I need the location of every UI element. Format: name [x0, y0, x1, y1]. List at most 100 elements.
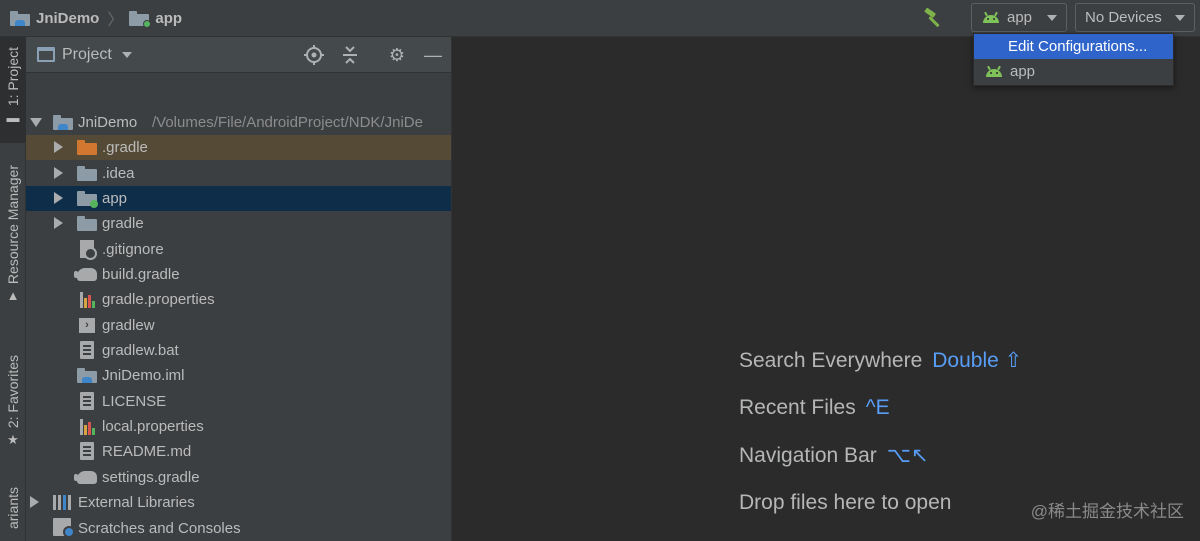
- hint-label: Navigation Bar: [739, 444, 877, 467]
- chevron-down-icon: [1175, 15, 1185, 21]
- tab-build-variants[interactable]: ariants: [0, 487, 26, 541]
- android-icon: [982, 11, 1000, 23]
- hint-shortcut: Double ⇧: [932, 349, 1023, 372]
- tree-item-gradle-cache[interactable]: .gradle: [26, 135, 451, 160]
- tree-item-scratches[interactable]: Scratches and Consoles: [26, 516, 451, 541]
- ignore-file-icon: [77, 240, 97, 260]
- tab-resource-manager[interactable]: Resource Manager ▲: [0, 165, 26, 325]
- tree-item-label: gradlew: [102, 317, 155, 334]
- resources-icon: ▲: [6, 288, 20, 304]
- tree-item-build-gradle[interactable]: build.gradle: [26, 262, 451, 287]
- editor-area[interactable]: Search Everywhere Double ⇧ Recent Files ^E…: [453, 37, 1200, 541]
- hint-label: Recent Files: [739, 396, 856, 419]
- breadcrumb-module-label: app: [155, 9, 183, 27]
- scratches-icon: [53, 518, 75, 538]
- tree-item-settings-gradle[interactable]: settings.gradle: [26, 465, 451, 490]
- module-file-icon: [77, 366, 97, 384]
- tree-item-label: gradle: [102, 215, 144, 232]
- tree-item-idea[interactable]: .idea: [26, 161, 451, 186]
- tree-item-external-libraries[interactable]: External Libraries: [26, 490, 451, 515]
- hint-label: Drop files here to open: [739, 491, 952, 514]
- hammer-icon[interactable]: [922, 6, 946, 30]
- terminal-file-icon: ›: [77, 316, 97, 334]
- folder-icon: [77, 138, 97, 156]
- hide-panel-icon[interactable]: —: [423, 45, 443, 65]
- tree-item-gradle-properties[interactable]: gradle.properties: [26, 287, 451, 312]
- tree-item-label: README.md: [102, 443, 192, 460]
- folder-icon: [77, 214, 97, 232]
- tab-project[interactable]: 1: Project ▬: [0, 37, 26, 143]
- root-path: /Volumes/File/AndroidProject/NDK/JniDe: [152, 114, 423, 131]
- root-name: JniDemo: [78, 114, 138, 131]
- app-configuration-item[interactable]: app: [974, 59, 1173, 84]
- collapse-all-icon[interactable]: [340, 45, 360, 65]
- locate-file-icon[interactable]: [304, 45, 324, 65]
- tree-item-label: JniDemo.iml: [102, 367, 185, 384]
- text-file-icon: [77, 341, 97, 359]
- navigation-toolbar: JniDemo 〉 app app No Devices: [0, 0, 1200, 37]
- star-icon: ★: [7, 432, 19, 448]
- tool-window-strip: 1: Project ▬ Resource Manager ▲ 2: Favor…: [0, 37, 26, 541]
- collapse-arrow-icon[interactable]: [54, 141, 63, 153]
- tab-favorites[interactable]: 2: Favorites ★: [0, 355, 26, 465]
- run-configuration-selector[interactable]: app: [971, 3, 1067, 32]
- tree-root[interactable]: JniDemo /Volumes/File/AndroidProject/NDK…: [26, 110, 451, 135]
- tree-item-label: .idea: [102, 165, 135, 182]
- tree-item-gradlew-bat[interactable]: gradlew.bat: [26, 338, 451, 363]
- properties-file-icon: [77, 290, 97, 308]
- edit-configurations-label: Edit Configurations...: [1008, 38, 1148, 55]
- edit-configurations-item[interactable]: Edit Configurations...: [974, 34, 1173, 59]
- gear-icon[interactable]: ⚙: [387, 45, 407, 65]
- tree-item-label: LICENSE: [102, 393, 167, 410]
- tree-item-app[interactable]: app: [26, 186, 451, 211]
- tree-item-gradlew[interactable]: › gradlew: [26, 313, 451, 338]
- breadcrumb-project[interactable]: JniDemo: [10, 10, 99, 27]
- hint-drop-files: Drop files here to open: [739, 491, 951, 515]
- breadcrumb-project-label: JniDemo: [36, 9, 100, 27]
- app-configuration-label: app: [1010, 63, 1036, 80]
- collapse-arrow-icon[interactable]: [54, 192, 63, 204]
- tree-item-license[interactable]: LICENSE: [26, 389, 451, 414]
- expand-arrow-icon[interactable]: [30, 118, 42, 127]
- collapse-arrow-icon[interactable]: [54, 167, 63, 179]
- tree-item-label: settings.gradle: [102, 469, 200, 486]
- libraries-icon: [53, 493, 73, 511]
- run-configuration-popup: Edit Configurations... app: [973, 33, 1174, 86]
- tree-item-label: gradlew.bat: [102, 342, 179, 359]
- project-panel-title: Project: [62, 45, 112, 63]
- tree-item-iml[interactable]: JniDemo.iml: [26, 363, 451, 388]
- project-folder-icon: [10, 10, 30, 26]
- collapse-arrow-icon[interactable]: [54, 217, 63, 229]
- project-view-selector[interactable]: Project: [37, 46, 132, 64]
- text-file-icon: [77, 442, 97, 460]
- tab-build-variants-label: ariants: [5, 487, 21, 530]
- tree-item-label: build.gradle: [102, 266, 180, 283]
- device-label: No Devices: [1085, 9, 1162, 26]
- chevron-down-icon: [121, 51, 132, 58]
- collapse-arrow-icon[interactable]: [30, 496, 39, 508]
- project-panel-header: Project ⚙ —: [26, 37, 451, 73]
- watermark: @稀土掘金技术社区: [1030, 502, 1184, 521]
- tree-item-gradle[interactable]: gradle: [26, 211, 451, 236]
- tree-item-label: app: [102, 190, 128, 207]
- hint-recent-files: Recent Files ^E: [739, 396, 890, 420]
- breadcrumb-module[interactable]: app: [129, 9, 183, 28]
- run-configuration-label: app: [1007, 9, 1033, 26]
- tab-resource-manager-label: Resource Manager: [5, 165, 21, 285]
- tree-item-readme[interactable]: README.md: [26, 439, 451, 464]
- device-selector[interactable]: No Devices: [1075, 3, 1195, 32]
- hint-search-everywhere: Search Everywhere Double ⇧: [739, 348, 1022, 373]
- tree-item-label: gradle.properties: [102, 291, 215, 308]
- tree-item-label: External Libraries: [78, 494, 195, 511]
- tree-item-gitignore[interactable]: .gitignore: [26, 237, 451, 262]
- folder-icon: ▬: [6, 110, 20, 126]
- tree-item-label: Scratches and Consoles: [78, 520, 241, 537]
- tab-project-label: 1: Project: [5, 47, 21, 107]
- tree-item-local-properties[interactable]: local.properties: [26, 414, 451, 439]
- hint-shortcut: ⌥↖: [886, 444, 929, 467]
- folder-icon: [77, 164, 97, 182]
- gradle-elephant-icon: [74, 265, 97, 283]
- hint-navigation-bar: Navigation Bar ⌥↖: [739, 443, 929, 468]
- hint-shortcut: ^E: [865, 396, 890, 419]
- project-tool-window: Project ⚙ — JniDemo /Volumes/File/Androi…: [26, 37, 452, 541]
